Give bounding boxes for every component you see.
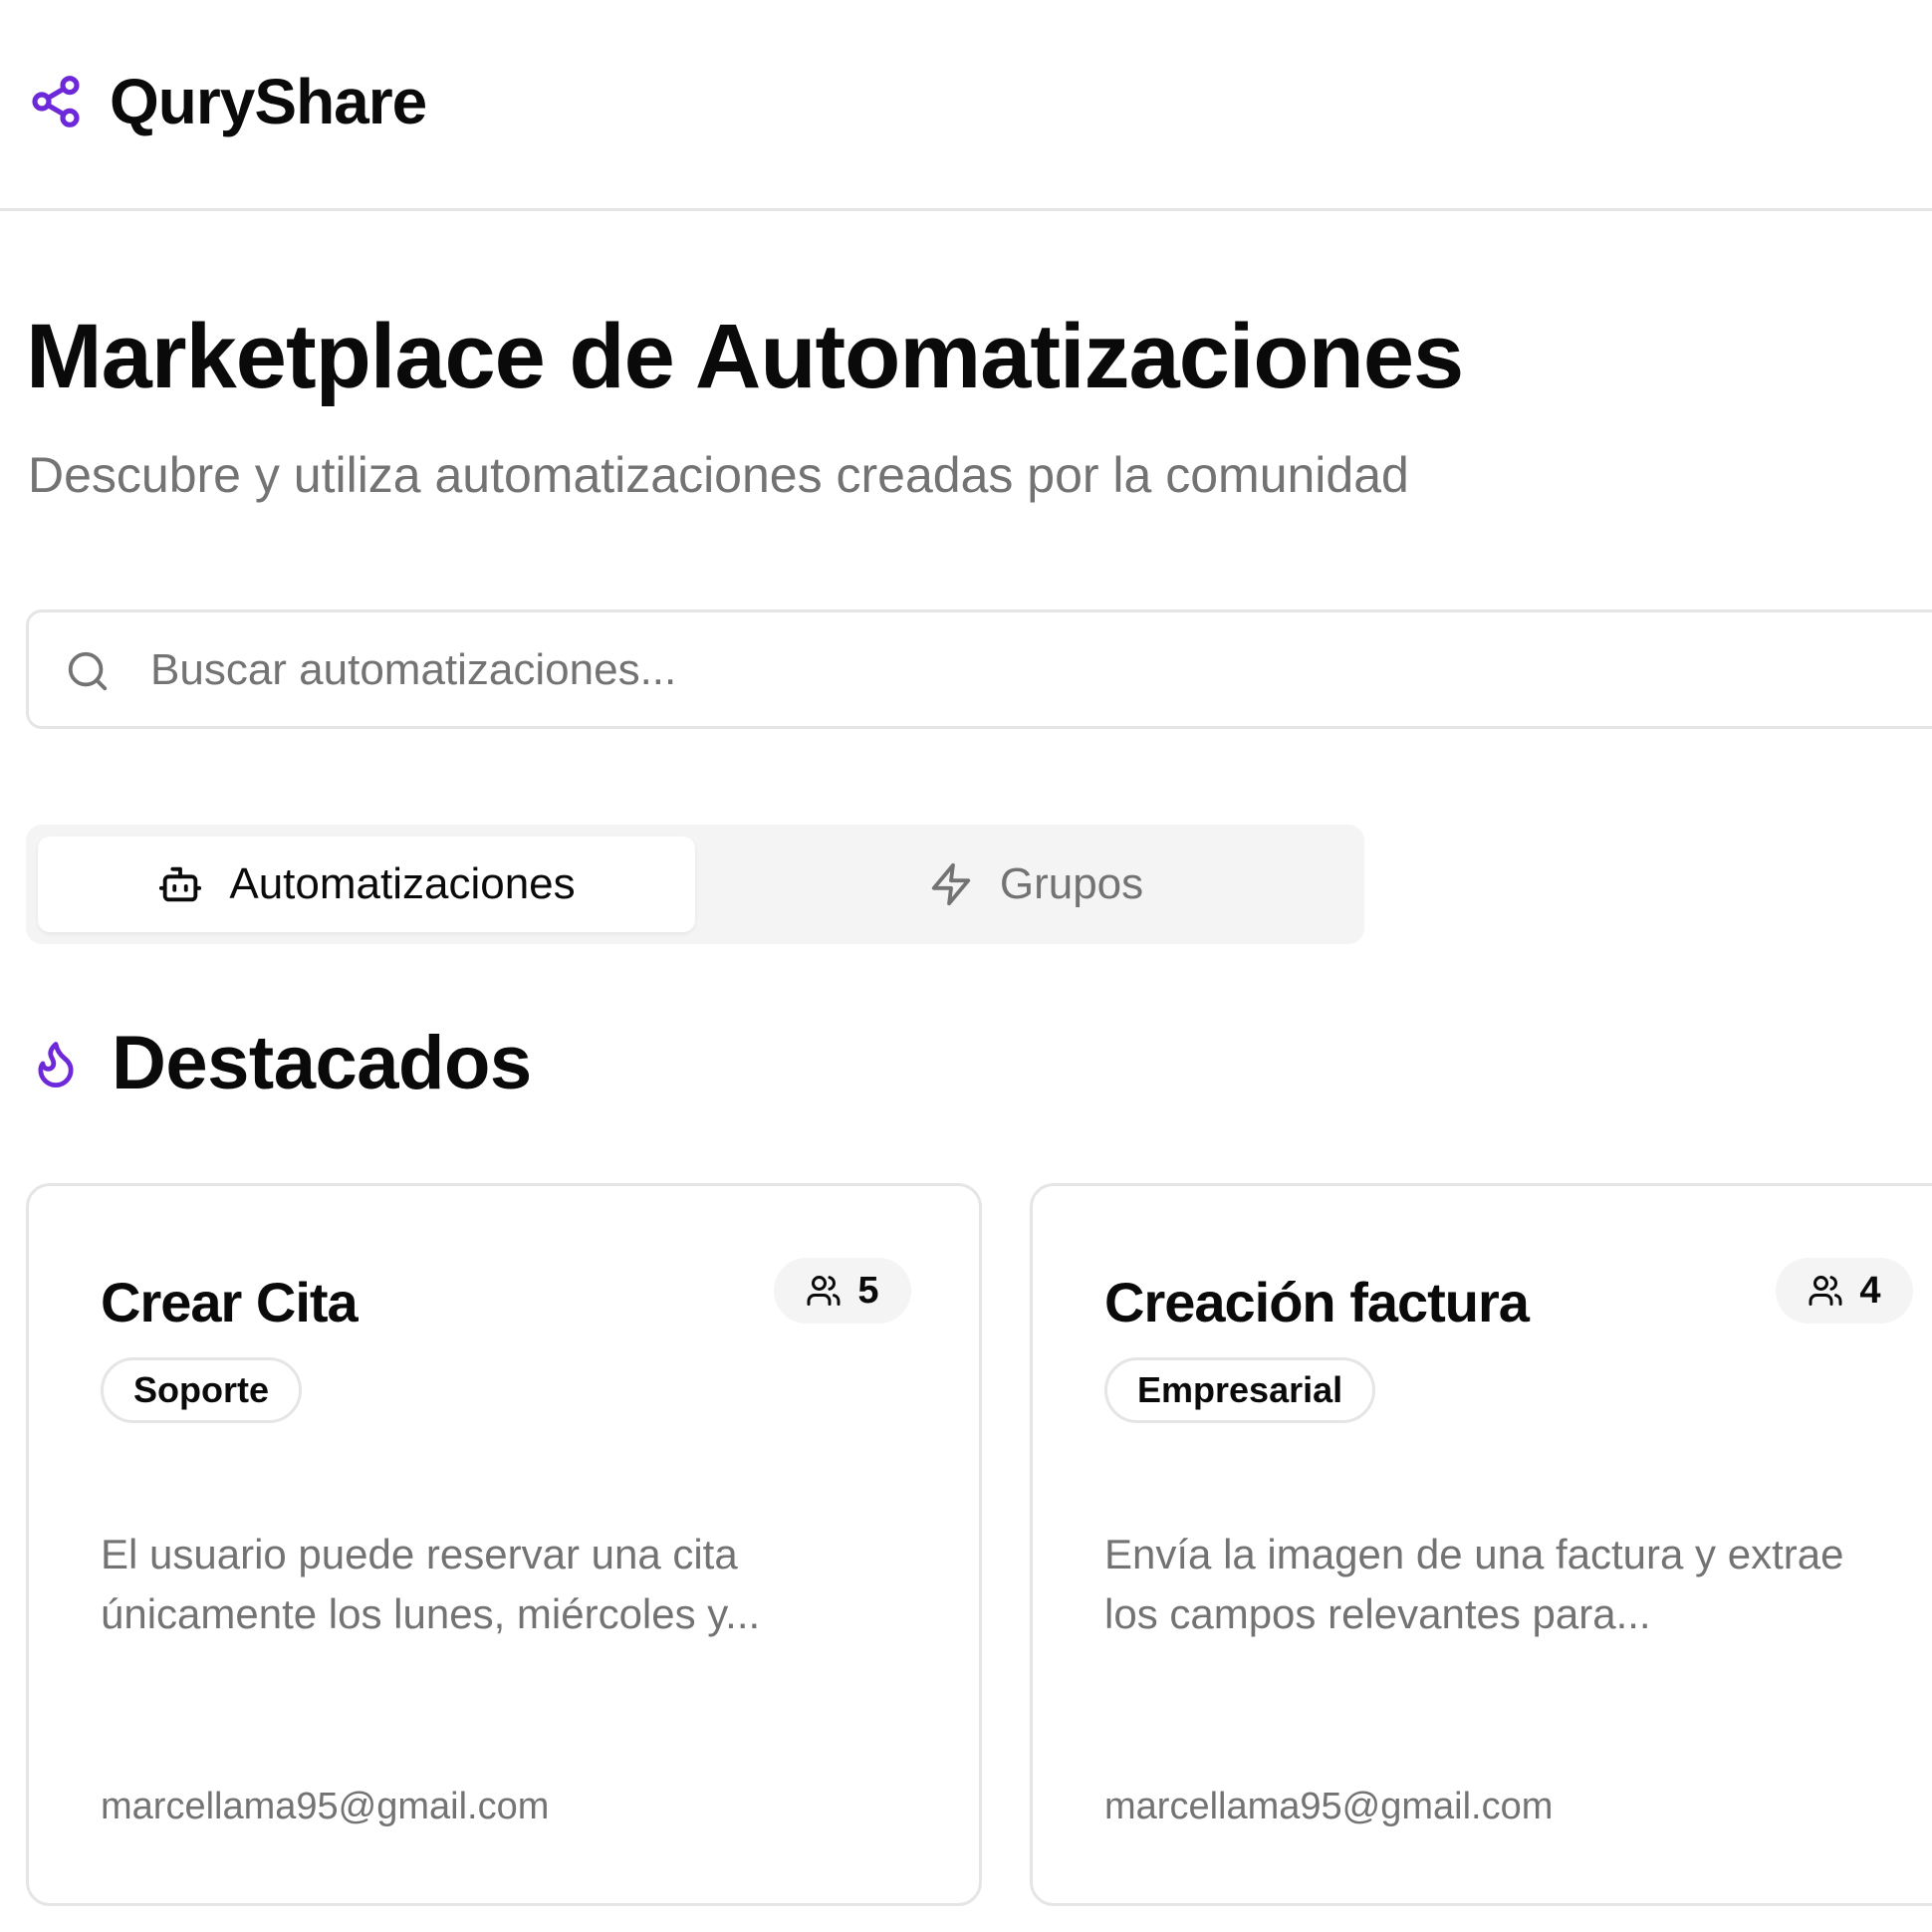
tab-label: Grupos: [999, 859, 1144, 908]
tab-label: Automatizaciones: [229, 859, 576, 908]
brand-name: QuryShare: [110, 66, 427, 137]
page-subtitle: Descubre y utiliza automatizaciones crea…: [28, 447, 1409, 503]
tab-automatizaciones[interactable]: Automatizaciones: [38, 837, 695, 932]
automation-card[interactable]: Creación factura 4 Empresarial Envía la …: [1030, 1183, 1932, 1906]
flame-icon: [38, 1042, 74, 1087]
users-count-badge: 5: [774, 1258, 911, 1324]
category-tag: Soporte: [101, 1357, 303, 1423]
page-title: Marketplace de Automatizaciones: [26, 306, 1464, 407]
zap-icon: [931, 862, 971, 906]
section-heading: Destacados: [30, 1026, 532, 1101]
tab-list: Automatizaciones Grupos: [26, 825, 1364, 944]
users-count: 4: [1859, 1269, 1881, 1312]
bot-icon: [159, 866, 202, 902]
users-count: 5: [857, 1269, 879, 1312]
category-tag: Empresarial: [1104, 1357, 1376, 1423]
card-title: Creación factura: [1104, 1271, 1530, 1333]
share-icon: [32, 76, 80, 127]
tab-grupos[interactable]: Grupos: [707, 837, 1364, 932]
search-bar: [26, 609, 1932, 729]
card-description: El usuario puede reservar una cita única…: [101, 1531, 761, 1637]
users-count-badge: 4: [1776, 1258, 1913, 1324]
marketplace-page: QuryShare Marketplace de Automatizacione…: [0, 0, 1932, 1932]
search-input[interactable]: [150, 632, 1843, 708]
card-author: marcellama95@gmail.com: [101, 1786, 550, 1827]
card-author: marcellama95@gmail.com: [1104, 1786, 1554, 1827]
automation-card[interactable]: Crear Cita 5 Soporte El usuario puede re…: [26, 1183, 982, 1906]
section-title: Destacados: [112, 1021, 532, 1105]
top-header: QuryShare: [0, 0, 1932, 211]
card-title: Crear Cita: [101, 1271, 359, 1333]
users-icon: [807, 1276, 841, 1306]
brand[interactable]: QuryShare: [28, 66, 427, 137]
card-description: Envía la imagen de una factura y extrae …: [1104, 1531, 1844, 1637]
users-icon: [1809, 1276, 1842, 1306]
search-icon: [68, 651, 108, 691]
